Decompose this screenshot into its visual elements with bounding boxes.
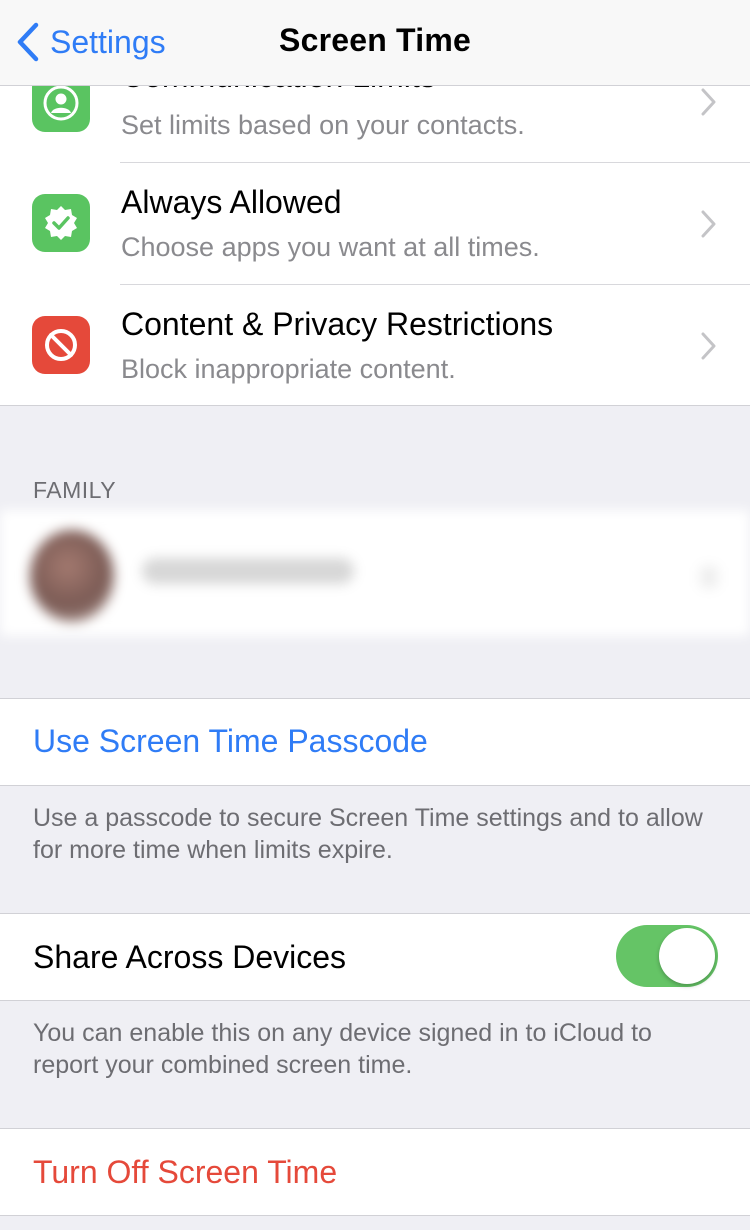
avatar (30, 530, 114, 622)
passcode-footnote: Use a passcode to secure Screen Time set… (33, 804, 703, 864)
no-entry-icon (32, 316, 90, 374)
navigation-bar: Settings Screen Time (0, 0, 750, 86)
row-subtitle: Choose apps you want at all times. (121, 232, 540, 262)
chevron-right-icon (701, 88, 716, 116)
share-footnote: You can enable this on any device signed… (33, 1019, 652, 1079)
toggle-knob (659, 928, 715, 984)
checkmark-seal-icon (32, 194, 90, 252)
row-subtitle: Set limits based on your contacts. (121, 110, 525, 140)
share-across-devices-label: Share Across Devices (33, 939, 347, 975)
always-allowed-row[interactable]: Always Allowed Choose apps you want at a… (0, 162, 750, 285)
chevron-right-icon (701, 332, 716, 360)
turn-off-screen-time-button[interactable]: Turn Off Screen Time (33, 1154, 337, 1191)
chevron-right-icon (701, 210, 716, 238)
chevron-right-icon (700, 566, 718, 588)
family-member-row[interactable] (0, 510, 750, 636)
row-title: Content & Privacy Restrictions (121, 306, 554, 342)
passcode-cell[interactable]: Use Screen Time Passcode (0, 698, 750, 786)
family-member-name-redacted (142, 558, 354, 584)
screen-time-page: Communication Limits Set limits based on… (0, 0, 750, 1230)
share-across-devices-cell: Share Across Devices (0, 913, 750, 1001)
page-title: Screen Time (279, 22, 471, 58)
turn-off-cell[interactable]: Turn Off Screen Time (0, 1128, 750, 1216)
share-across-devices-toggle[interactable] (616, 925, 718, 987)
use-passcode-button[interactable]: Use Screen Time Passcode (33, 723, 428, 760)
row-title: Always Allowed (121, 184, 342, 220)
family-section-header: FAMILY (33, 477, 117, 503)
content-privacy-row[interactable]: Content & Privacy Restrictions Block ina… (0, 284, 750, 406)
row-subtitle: Block inappropriate content. (121, 354, 456, 384)
